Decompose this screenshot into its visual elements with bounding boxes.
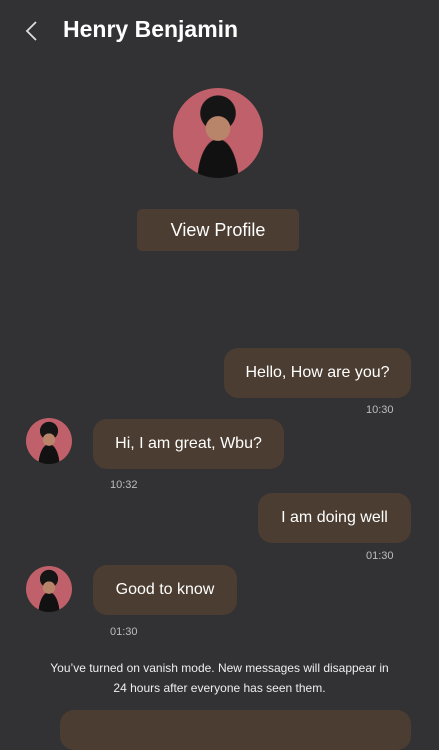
message-time: 01:30	[110, 626, 138, 638]
back-button[interactable]	[22, 19, 42, 43]
chevron-left-icon	[25, 21, 37, 41]
message-bubble-sent: I am doing well	[258, 493, 411, 543]
message-time: 10:30	[366, 404, 394, 416]
contact-avatar-small	[26, 418, 72, 464]
vanish-notice-line: You’ve turned on vanish mode. New messag…	[50, 661, 389, 675]
message-bubble-received: Hi, I am great, Wbu?	[93, 419, 284, 469]
vanish-mode-notice: You’ve turned on vanish mode. New messag…	[0, 658, 439, 698]
message-bubble-received: Good to know	[93, 565, 237, 615]
vanish-notice-line: 24 hours after everyone has seen them.	[113, 681, 326, 695]
message-input-bar[interactable]	[60, 710, 411, 750]
page-title: Henry Benjamin	[63, 16, 239, 42]
view-profile-button[interactable]: View Profile	[137, 209, 299, 251]
contact-avatar	[173, 88, 263, 178]
message-time: 10:32	[110, 479, 138, 491]
message-bubble-sent: Hello, How are you?	[224, 348, 411, 398]
contact-avatar-small	[26, 566, 72, 612]
message-time: 01:30	[366, 550, 394, 562]
